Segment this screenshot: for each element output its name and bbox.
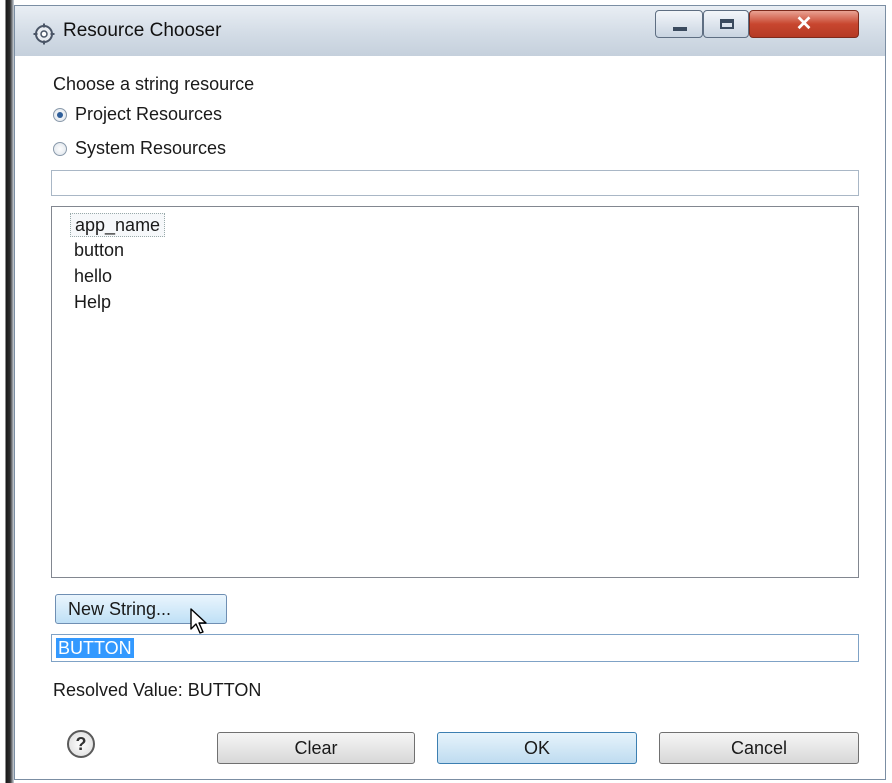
mouse-pointer-icon bbox=[190, 608, 207, 634]
resource-chooser-dialog: Resource Chooser ✕ Choose a string resou… bbox=[14, 5, 886, 780]
resource-list[interactable]: app_name button hello Help bbox=[51, 206, 859, 578]
list-item[interactable]: hello bbox=[70, 265, 116, 287]
clear-button[interactable]: Clear bbox=[217, 732, 415, 764]
list-item[interactable]: Help bbox=[70, 291, 115, 313]
maximize-button[interactable] bbox=[703, 10, 749, 38]
system-resources-label: System Resources bbox=[75, 138, 227, 158]
list-item[interactable]: button bbox=[70, 239, 128, 261]
project-resources-radio[interactable] bbox=[53, 107, 67, 122]
help-icon[interactable]: ? bbox=[67, 730, 95, 758]
close-icon: ✕ bbox=[795, 13, 813, 35]
value-field[interactable]: BUTTON bbox=[51, 634, 859, 662]
gear-icon bbox=[33, 23, 55, 45]
close-button[interactable]: ✕ bbox=[749, 10, 859, 38]
cancel-button[interactable]: Cancel bbox=[659, 732, 859, 764]
system-resources-option[interactable]: System Resources bbox=[53, 138, 226, 159]
dialog-body: Choose a string resource Project Resourc… bbox=[15, 56, 885, 779]
minimize-icon bbox=[673, 27, 687, 31]
prompt-label: Choose a string resource bbox=[53, 74, 255, 94]
list-item[interactable]: app_name bbox=[70, 213, 166, 237]
ok-button[interactable]: OK bbox=[437, 732, 637, 764]
resolved-value-label: Resolved Value: BUTTON bbox=[53, 680, 262, 700]
window-title: Resource Chooser bbox=[63, 20, 222, 41]
system-resources-radio[interactable] bbox=[53, 141, 67, 156]
project-resources-option[interactable]: Project Resources bbox=[53, 104, 222, 125]
minimize-button[interactable] bbox=[655, 10, 703, 38]
maximize-icon bbox=[720, 19, 734, 29]
filter-input[interactable] bbox=[51, 170, 859, 196]
value-field-selected-text: BUTTON bbox=[56, 638, 134, 658]
title-bar[interactable]: Resource Chooser ✕ bbox=[15, 6, 885, 56]
background-window-edge bbox=[0, 0, 14, 783]
project-resources-label: Project Resources bbox=[75, 104, 223, 124]
